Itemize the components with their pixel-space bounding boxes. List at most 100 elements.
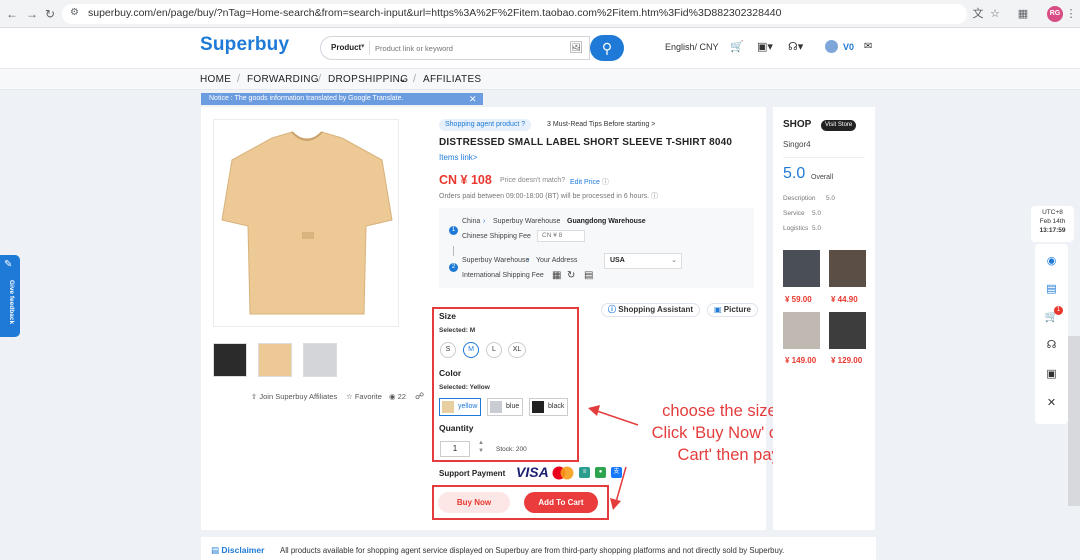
headset-icon[interactable]: ☊ — [1044, 338, 1059, 353]
discord-icon[interactable]: ◉ — [1044, 254, 1059, 269]
assistant-label: Shopping Assistant — [618, 305, 694, 314]
star-icon[interactable]: ☆ — [988, 7, 1002, 21]
address-bar[interactable]: ⚙ superbuy.com/en/page/buy/?nTag=Home-se… — [62, 4, 967, 24]
thumbnail-yellow[interactable] — [258, 343, 292, 377]
color-option-yellow[interactable]: yellow — [439, 398, 482, 416]
nav-separator: / — [318, 73, 322, 85]
thumbnail-black[interactable] — [213, 343, 247, 377]
step-2-badge: 2 — [449, 263, 458, 272]
help-icon: ⓘ — [601, 179, 609, 186]
join-affiliates-link[interactable]: ⇧ Join Superbuy Affiliates — [251, 392, 337, 401]
nav-separator: / — [237, 73, 241, 85]
tips-link[interactable]: 3 Must-Read Tips Before starting > — [547, 121, 655, 128]
calculator-icon[interactable]: ▦ — [552, 270, 561, 281]
visa-logo: VISA — [516, 464, 549, 480]
items-link[interactable]: Items link> — [439, 153, 477, 162]
language-currency-selector[interactable]: English/ CNY — [665, 42, 719, 52]
color-option-blue[interactable]: blue — [487, 398, 524, 416]
shop-score: 5.0 — [783, 165, 806, 182]
shop-product-image[interactable] — [783, 312, 820, 349]
product-title: DISTRESSED SMALL LABEL SHORT SLEEVE T-SH… — [439, 137, 733, 148]
product-main-image[interactable] — [213, 119, 399, 327]
size-heading: Size — [439, 311, 457, 321]
agent-product-tag[interactable]: Shopping agent product ? — [439, 119, 532, 131]
reload-icon[interactable]: ↻ — [42, 6, 58, 22]
size-option-l[interactable]: L — [486, 342, 502, 358]
nav-affiliates[interactable]: AFFILIATES — [423, 74, 481, 85]
user-avatar[interactable] — [825, 40, 838, 53]
views-value: 22 — [397, 392, 406, 401]
shop-product-image[interactable] — [783, 250, 820, 287]
star-icon: ☆ — [346, 392, 355, 401]
quantity-stepper[interactable]: ▲ ▼ — [478, 439, 484, 455]
nav-home[interactable]: HOME — [200, 74, 231, 85]
guide-icon[interactable]: ▤ — [1044, 282, 1059, 297]
nav-separator: / — [413, 73, 417, 85]
mail-icon[interactable]: ✉ — [864, 41, 872, 52]
edit-price-link[interactable]: Edit Price ⓘ — [570, 177, 609, 187]
nav-dropshipping[interactable]: DROPSHIPPING — [328, 74, 408, 85]
site-info-icon[interactable]: ⚙ — [70, 7, 84, 21]
search-input[interactable] — [375, 41, 555, 55]
rating-service: Service 5.0 — [783, 210, 821, 217]
share-icon[interactable]: ☍ — [415, 391, 424, 402]
logo[interactable]: Superbuy — [200, 34, 289, 56]
shop-product-image[interactable] — [829, 312, 866, 349]
shop-overall-label: Overall — [811, 174, 834, 181]
profile-avatar[interactable]: RG — [1047, 6, 1063, 22]
info-icon: ⓘ — [608, 305, 616, 314]
country-select[interactable]: USA ⌄ — [604, 253, 682, 269]
headset-icon[interactable]: ☊▾ — [788, 40, 803, 53]
picture-icon: ▣ — [714, 305, 722, 314]
bag-icon[interactable]: ▣ — [1044, 367, 1059, 382]
picture-button[interactable]: ▣ Picture — [707, 303, 758, 317]
disclaimer-text: All products available for shopping agen… — [280, 546, 785, 555]
buy-now-button[interactable]: Buy Now — [438, 492, 510, 513]
site-header: Superbuy Product ▾ 🖼 ⚲ English/ CNY 🛒 ▣▾… — [0, 28, 1080, 68]
search-button[interactable]: ⚲ — [590, 35, 624, 61]
chevron-down-icon: ▾ — [361, 43, 365, 50]
size-option-xl[interactable]: XL — [508, 342, 526, 358]
cart-icon[interactable]: 🛒 — [730, 40, 744, 53]
translation-notice: Notice : The goods information translate… — [201, 93, 483, 105]
rating-value: 5.0 — [812, 225, 822, 232]
quantity-input[interactable]: 1 — [440, 441, 470, 457]
color-option-black[interactable]: black — [529, 398, 569, 416]
orders-icon[interactable]: ▣▾ — [757, 40, 773, 53]
close-icon[interactable]: ✕ — [469, 93, 477, 105]
close-icon[interactable]: ✕ — [1044, 396, 1059, 411]
processing-note: Orders paid between 09:00-18:00 (BT) wil… — [439, 191, 658, 201]
stock-count: Stock: 200 — [496, 446, 527, 453]
forward-icon[interactable]: → — [24, 6, 40, 22]
price-mismatch-note: Price doesn't match? — [500, 177, 566, 184]
side-toolbar: ◉ ▤ 🛒 1 ☊ ▣ ✕ — [1035, 244, 1068, 424]
nav-forwarding[interactable]: FORWARDING — [247, 74, 319, 85]
size-option-s[interactable]: S — [440, 342, 456, 358]
affiliates-label: Join Superbuy Affiliates — [259, 392, 338, 401]
visit-store-button[interactable]: Visit Store — [821, 120, 857, 131]
shopping-assistant-button[interactable]: ⓘ Shopping Assistant — [601, 303, 701, 317]
image-search-icon[interactable]: 🖼 — [569, 41, 583, 54]
thumbnail-grey[interactable] — [303, 343, 337, 377]
give-feedback-tab[interactable]: ✎ Give feedback — [0, 255, 20, 337]
feedback-label: Give feedback — [8, 280, 15, 325]
rating-logistics: Logistics 5.0 — [783, 225, 821, 232]
shop-product-image[interactable] — [829, 250, 866, 287]
vip-level[interactable]: V0 — [843, 42, 854, 52]
estimate-icon[interactable]: ▤ — [584, 270, 593, 281]
search-type-select[interactable]: Product — [331, 43, 361, 52]
translate-icon[interactable]: 文 — [971, 7, 985, 21]
color-heading: Color — [439, 368, 462, 378]
back-icon[interactable]: ← — [4, 6, 20, 22]
favorite-button[interactable]: ☆ Favorite — [346, 392, 382, 401]
refresh-icon[interactable]: ↻ — [567, 270, 575, 281]
shop-product-price: ¥ 44.90 — [831, 295, 858, 304]
quantity-heading: Quantity — [439, 423, 474, 433]
shop-name[interactable]: Singor4 — [783, 140, 811, 149]
extensions-icon[interactable]: ▦ — [1016, 7, 1030, 21]
color-label: blue — [506, 403, 520, 410]
shop-product-price: ¥ 129.00 — [831, 356, 863, 365]
menu-icon[interactable]: ⋮ — [1064, 7, 1078, 21]
size-option-m[interactable]: M — [463, 342, 479, 358]
route-warehouse-2: Superbuy Warehouse — [462, 257, 530, 264]
